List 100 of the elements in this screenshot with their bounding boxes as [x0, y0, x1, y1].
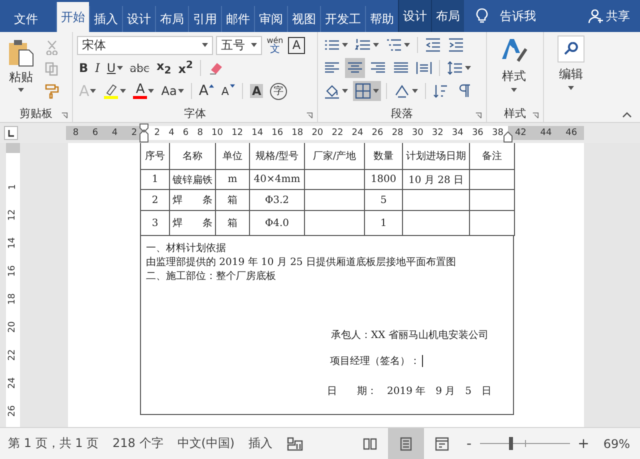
column-header: 名称 — [170, 143, 216, 170]
tell-me-field[interactable]: 告诉我 — [500, 8, 536, 24]
table-cell: 2 — [140, 190, 170, 210]
table-cell — [304, 190, 364, 210]
table-cell: 5 — [364, 190, 402, 210]
page-count[interactable]: 第 1 页，共 1 页 — [8, 435, 99, 452]
sort-icon — [433, 83, 449, 99]
dialog-launcher-icon[interactable] — [61, 112, 68, 119]
ruler-number: 2 — [131, 128, 138, 138]
ribbon-tab[interactable]: 布局 — [431, 0, 464, 32]
eraser-icon — [208, 60, 224, 76]
character-border-button[interactable]: A — [288, 36, 305, 54]
paste-button[interactable]: 粘贴 — [4, 35, 38, 104]
text-direction-icon — [394, 83, 410, 99]
highlighter-icon — [103, 83, 120, 99]
view-button[interactable] — [388, 428, 424, 459]
multilevel-list-icon — [386, 37, 402, 53]
indent-marker-icon[interactable] — [139, 123, 149, 143]
font-format-button[interactable]: Aa — [159, 81, 186, 101]
web-layout-icon — [434, 436, 450, 452]
share-button[interactable]: 共享 — [588, 8, 630, 24]
editing-button[interactable]: 编辑 — [548, 35, 594, 122]
font-format-button[interactable]: x$^{2}$ — [176, 58, 195, 78]
ruler-number: 38 — [492, 128, 504, 138]
table-cell: 1 — [364, 210, 402, 236]
ribbon-tab[interactable]: 文件 — [8, 6, 44, 32]
macro-icon[interactable] — [286, 436, 303, 452]
search-icon — [557, 35, 585, 63]
ruler-number: 16 — [272, 128, 284, 138]
caret-icon — [465, 66, 471, 70]
paragraph-button[interactable] — [345, 58, 365, 78]
table-cell: 箱 — [216, 210, 250, 236]
caret-icon — [230, 84, 235, 88]
ruler-number: 44 — [540, 128, 552, 138]
table-cell: 3 — [140, 210, 170, 236]
ruler-number: 12 — [232, 128, 244, 138]
signature-line: 承包人：XX 省丽马山机电安装公司 — [331, 328, 488, 342]
table-cell: Φ3.2 — [250, 190, 304, 210]
ruler-number: 24 — [7, 377, 19, 389]
read-mode-icon — [362, 436, 378, 452]
font-format-button[interactable]: U — [104, 58, 125, 78]
ruler-number: 8 — [72, 128, 79, 138]
format-painter-icon[interactable] — [44, 83, 60, 99]
tab-stop-icon[interactable] — [4, 126, 18, 140]
vertical-ruler[interactable]: 1 12 14 16 18 20 22 24 26 — [6, 143, 20, 427]
ruler-number: 22 — [7, 349, 19, 361]
paragraph-button[interactable] — [353, 81, 381, 101]
note-line: 二、施工部位：整个厂房底板 — [146, 270, 277, 284]
insert-mode[interactable]: 插入 — [248, 435, 273, 452]
dialog-launcher-icon[interactable] — [475, 112, 482, 119]
font-size-dropdown[interactable]: 五号 — [216, 36, 262, 54]
ribbon-tab[interactable]: 设计 — [398, 0, 431, 32]
ruler-number: 4 — [112, 128, 118, 138]
font-format-button[interactable]: x$_{2}$ — [154, 58, 174, 78]
styles-button[interactable]: 样式 — [491, 35, 537, 104]
column-header: 备注 — [470, 143, 514, 170]
zoom-out-button[interactable]: - — [466, 436, 472, 452]
word-count[interactable]: 218 个字 — [112, 435, 164, 452]
zoom-in-button[interactable]: + — [578, 436, 590, 452]
caret-icon — [342, 89, 348, 93]
font-format-button[interactable]: I — [93, 58, 102, 78]
font-format-button[interactable]: 字 — [268, 81, 290, 101]
caret-icon — [116, 66, 123, 70]
font-format-button[interactable]: A — [248, 81, 266, 101]
paint-bucket-icon — [324, 83, 340, 99]
ruler-number: 6 — [92, 128, 98, 138]
caret-icon — [412, 89, 418, 93]
caret-icon — [120, 89, 126, 93]
ruler-number: 46 — [566, 128, 578, 138]
ruler-number: 14 — [7, 237, 19, 249]
lightbulb-icon — [476, 8, 488, 24]
phonetic-guide-button[interactable]: wén 文 — [265, 36, 285, 54]
column-header: 规格/型号 — [250, 143, 304, 170]
ruler-number: 10 — [212, 128, 223, 138]
decrease-indent-icon — [425, 37, 441, 53]
ruler-number: 2 — [154, 128, 160, 138]
collapse-ribbon-icon[interactable] — [622, 112, 632, 118]
font-format-button[interactable]: A — [219, 81, 237, 101]
zoom-percentage[interactable]: 69% — [603, 436, 630, 450]
ruler-number: 24 — [352, 128, 364, 138]
caret-icon — [342, 43, 348, 47]
font-format-button[interactable]: B — [77, 58, 90, 78]
table-cell — [304, 210, 364, 236]
increase-indent-icon — [448, 37, 464, 53]
ruler-number: 6 — [182, 128, 189, 138]
ruler-number: 22 — [332, 128, 344, 138]
dialog-launcher-icon[interactable] — [532, 112, 539, 119]
font-name-dropdown[interactable]: 宋体 — [77, 36, 213, 54]
caret-icon — [373, 89, 379, 93]
ruler-number: 4 — [168, 128, 174, 138]
group-label: 段落 — [391, 106, 413, 120]
group-label: 样式 — [504, 106, 526, 120]
font-format-button[interactable]: A — [196, 81, 216, 101]
table-cell: 1800 — [364, 170, 402, 190]
ribbon-tab[interactable]: 开始 — [56, 2, 89, 32]
dialog-launcher-icon[interactable] — [306, 112, 313, 119]
font-format-button[interactable]: A — [131, 81, 156, 101]
language-indicator[interactable]: 中文(中国) — [177, 435, 235, 452]
zoom-slider-thumb[interactable] — [509, 437, 514, 450]
column-header: 单位 — [216, 143, 250, 170]
